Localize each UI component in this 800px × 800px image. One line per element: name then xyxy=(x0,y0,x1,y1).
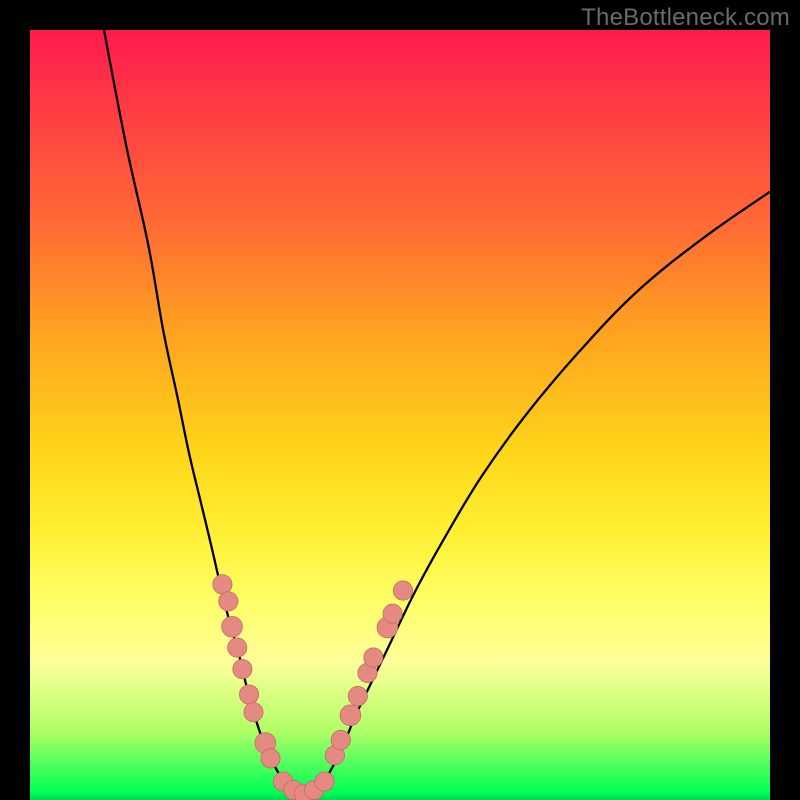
data-dot xyxy=(222,616,243,637)
data-dot xyxy=(239,685,258,704)
data-dot xyxy=(348,686,367,705)
data-dot xyxy=(364,648,383,667)
chart-frame: TheBottleneck.com xyxy=(0,0,800,800)
data-dot xyxy=(228,638,247,657)
data-dot xyxy=(219,592,238,611)
data-dot xyxy=(383,604,402,623)
data-dots xyxy=(213,575,413,800)
data-dot xyxy=(261,749,280,768)
data-dot xyxy=(340,705,361,726)
plot-area xyxy=(30,30,770,800)
watermark-text: TheBottleneck.com xyxy=(581,4,790,32)
data-dot xyxy=(213,575,232,594)
data-dot xyxy=(393,581,412,600)
data-dot xyxy=(315,772,334,791)
data-dot xyxy=(233,659,252,678)
curve-right-arm xyxy=(325,192,770,781)
curve-left-arm xyxy=(104,30,283,781)
data-dot xyxy=(331,730,350,749)
chart-svg xyxy=(30,30,770,800)
data-dot xyxy=(244,703,263,722)
